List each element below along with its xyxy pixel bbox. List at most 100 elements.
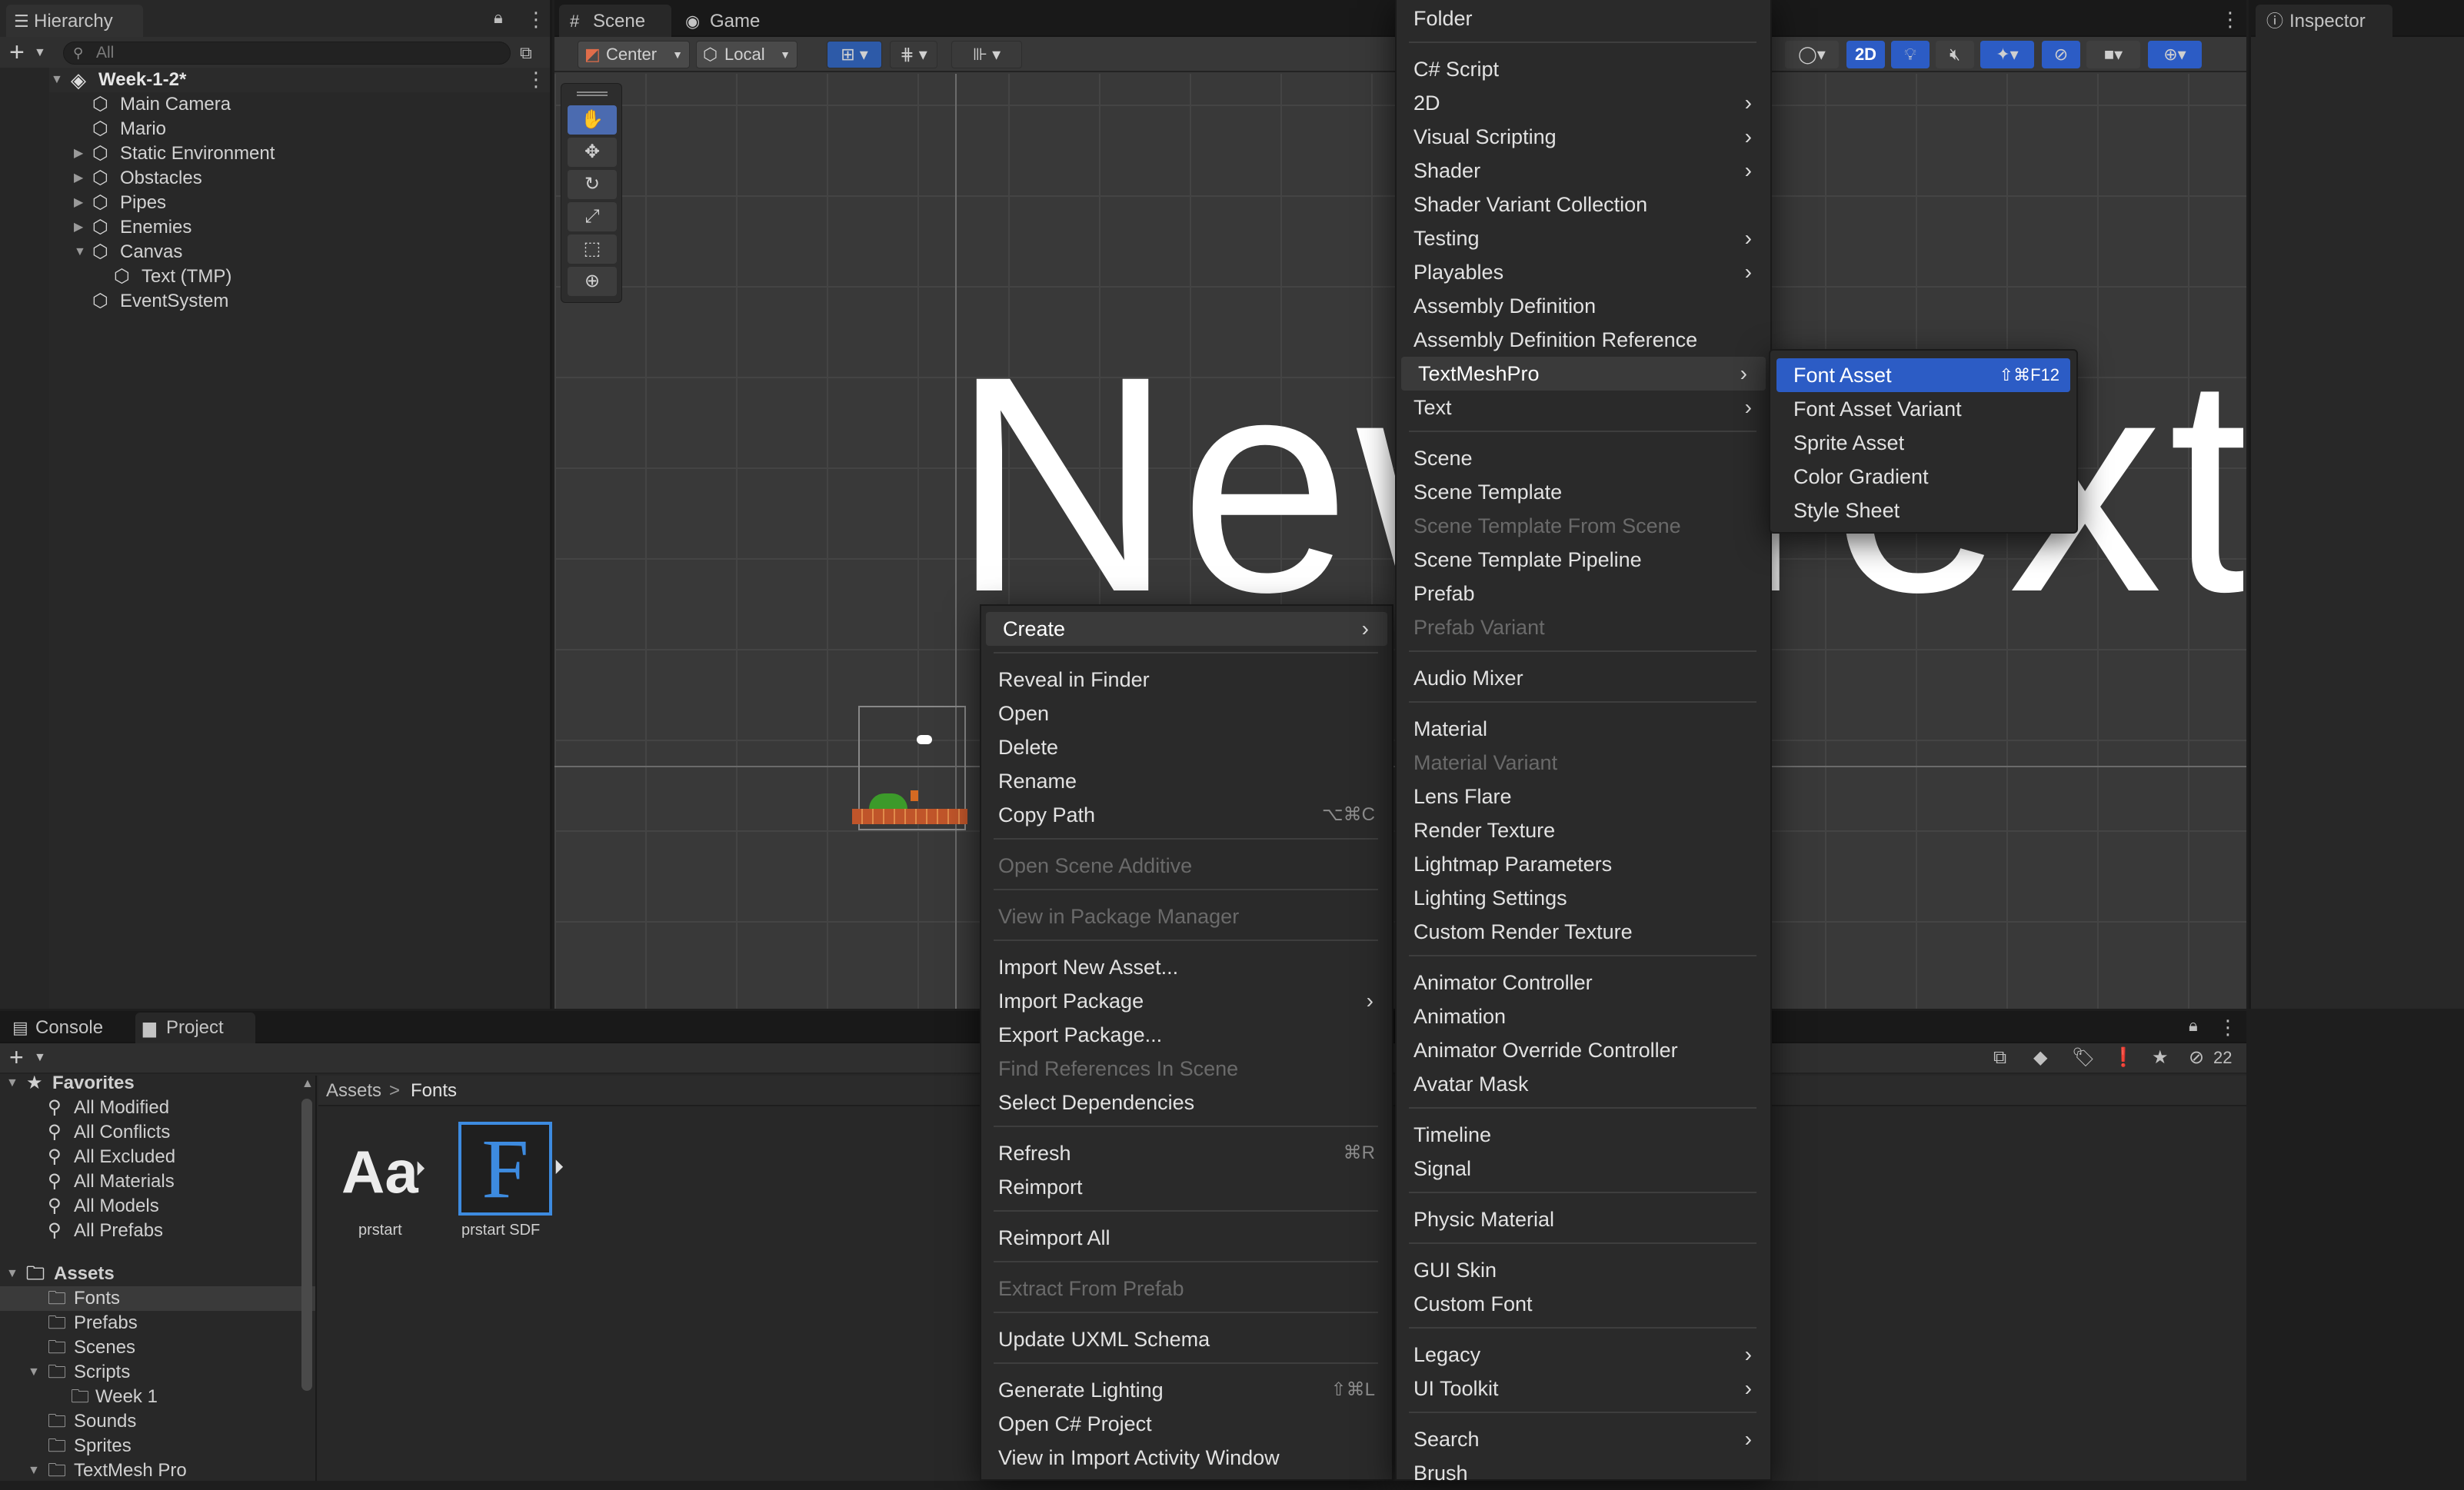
fold-arrow-icon[interactable]: ▶ [74,141,83,166]
favorite-item[interactable]: ⚲ All Materials [0,1169,315,1194]
grid-visibility-button[interactable]: ⊪ ▾ [951,41,1022,68]
overlay-handle[interactable] [577,91,608,96]
preview-play-icon[interactable]: ⏵ [415,1157,425,1182]
favorite-item[interactable]: ⚲ All Conflicts [0,1120,315,1145]
menu-item-prefab[interactable]: Prefab [1397,577,1770,610]
menu-item-gui-skin[interactable]: GUI Skin [1397,1253,1770,1287]
camera-settings-button[interactable]: ■▾ [2086,41,2140,68]
favorite-item[interactable]: ⚲ All Models [0,1194,315,1219]
folder-item[interactable]: ▼ 🗀 TextMesh Pro [0,1458,315,1481]
menu-item-create[interactable]: Create › [986,612,1387,646]
rect-tool[interactable]: ⬚ [568,234,617,264]
tab-inspector[interactable]: ⓘ Inspector [2256,5,2392,38]
menu-item-select-dependencies[interactable]: Select Dependencies [981,1086,1392,1119]
menu-item-assembly-definition[interactable]: Assembly Definition [1397,289,1770,323]
move-tool[interactable]: ✥ [568,138,617,167]
hidden-packages-icon[interactable]: ⊘ [2189,1043,2204,1073]
search-by-type-icon[interactable]: ◆ [2033,1043,2047,1073]
tree-scrollbar[interactable] [301,1099,312,1391]
menu-item-scene[interactable]: Scene [1397,441,1770,475]
menu-item-visual-scripting[interactable]: Visual Scripting › [1397,120,1770,154]
folder-item[interactable]: 🗀 Sprites [0,1434,315,1458]
menu-item-folder[interactable]: Folder [1397,2,1770,35]
menu-item-animator-controller[interactable]: Animator Controller [1397,966,1770,999]
mode-2d-button[interactable]: 2D [1846,41,1885,68]
menu-item-audio-mixer[interactable]: Audio Mixer [1397,661,1770,695]
hierarchy-item[interactable]: ⬡ EventSystem [0,289,550,314]
draw-mode-button[interactable]: ◯▾ [1785,41,1839,68]
menu-item-color-gradient[interactable]: Color Gradient [1776,460,2076,494]
pivot-local-button[interactable]: ⬡ Local ▼ [696,41,797,68]
asset-tile[interactable]: Aa ⏵ prstart [341,1122,441,1252]
menu-item-text[interactable]: Text › [1397,391,1770,424]
folder-item[interactable]: 🗀 Fonts [0,1286,315,1311]
fold-arrow-icon[interactable]: ▶ [74,215,83,240]
menu-item-generate-lighting[interactable]: Generate Lighting ⇧⌘L [981,1373,1392,1407]
scale-tool[interactable]: ⤢ [568,202,617,231]
tab-console[interactable]: ▤ Console [5,1013,129,1043]
breadcrumb-root[interactable]: Assets [326,1076,381,1106]
menu-item-font-asset-variant[interactable]: Font Asset Variant [1776,392,2076,426]
menu-item-shader[interactable]: Shader › [1397,154,1770,188]
folder-item[interactable]: 🗀 Scenes [0,1335,315,1360]
menu-item-lightmap-parameters[interactable]: Lightmap Parameters [1397,847,1770,881]
level-preview[interactable] [852,706,967,830]
fold-arrow-icon[interactable]: ▼ [51,68,63,92]
scroll-up-icon[interactable]: ▲ [301,1077,314,1091]
breadcrumb-current[interactable]: Fonts [411,1076,457,1106]
fold-arrow-icon[interactable]: ▶ [74,191,83,215]
more-options-icon[interactable]: ⋮ [2218,1017,2238,1037]
menu-item-export-package[interactable]: Export Package... [981,1018,1392,1052]
menu-item-shader-variant-collection[interactable]: Shader Variant Collection [1397,188,1770,221]
favorites-header[interactable]: ▼ ★ Favorites [0,1076,315,1096]
hierarchy-item[interactable]: ⬡ Text (TMP) [0,264,550,289]
menu-item-material[interactable]: Material [1397,712,1770,746]
menu-item-custom-font[interactable]: Custom Font [1397,1287,1770,1321]
menu-item-search[interactable]: Search › [1397,1422,1770,1456]
menu-item-timeline[interactable]: Timeline [1397,1118,1770,1152]
chevron-down-icon[interactable]: ▼ [34,1043,46,1073]
assets-header[interactable]: ▼ 🗀 Assets [0,1262,315,1286]
menu-item-2d[interactable]: 2D › [1397,86,1770,120]
audio-toggle[interactable]: 🔇︎ [1936,41,1974,68]
hand-tool[interactable]: ✋ [568,105,617,135]
fold-arrow-icon[interactable]: ▼ [6,1262,18,1286]
scene-more-icon[interactable]: ⋮ [526,69,546,89]
search-by-scene-icon[interactable]: ⧉ [1993,1043,2006,1073]
folder-item[interactable]: ▼ 🗀 Scripts [0,1360,315,1385]
menu-item-open-csharp-project[interactable]: Open C# Project [981,1407,1392,1441]
tab-project[interactable]: ▆ Project [135,1013,255,1043]
menu-item-testing[interactable]: Testing › [1397,221,1770,255]
menu-item-refresh[interactable]: Refresh ⌘R [981,1136,1392,1170]
menu-item-lighting-settings[interactable]: Lighting Settings [1397,881,1770,915]
menu-item-render-texture[interactable]: Render Texture [1397,813,1770,847]
search-by-label-icon[interactable]: 🏷︎ [2072,1043,2095,1073]
menu-item-copy-path[interactable]: Copy Path ⌥⌘C [981,798,1392,832]
log-errors-icon[interactable]: ❗ [2112,1043,2135,1073]
lock-icon[interactable]: 🔒︎ [494,8,503,28]
menu-item-delete[interactable]: Delete [981,730,1392,764]
menu-item-legacy[interactable]: Legacy › [1397,1338,1770,1372]
menu-item-reimport[interactable]: Reimport [981,1170,1392,1204]
more-options-icon[interactable]: ⋮ [526,9,546,29]
menu-item-ui-toolkit[interactable]: UI Toolkit › [1397,1372,1770,1405]
menu-item-view-in-import-activity[interactable]: View in Import Activity Window [981,1441,1392,1475]
hidden-objects-toggle[interactable]: ⊘ [2042,41,2080,68]
add-icon[interactable]: + [9,1043,24,1071]
fold-arrow-icon[interactable]: ▼ [28,1360,40,1385]
menu-item-avatar-mask[interactable]: Avatar Mask [1397,1067,1770,1101]
menu-item-scene-template-pipeline[interactable]: Scene Template Pipeline [1397,543,1770,577]
menu-item-animation[interactable]: Animation [1397,999,1770,1033]
favorite-item[interactable]: ⚲ All Prefabs [0,1219,315,1243]
menu-item-reimport-all[interactable]: Reimport All [981,1221,1392,1255]
menu-item-reveal-in-finder[interactable]: Reveal in Finder [981,663,1392,697]
menu-item-import-package[interactable]: Import Package › [981,984,1392,1018]
grid-snap-button[interactable]: ⊞ ▾ [827,41,882,68]
menu-item-open[interactable]: Open [981,697,1392,730]
favorite-item[interactable]: ⚲ All Modified [0,1096,315,1120]
asset-tile-selected[interactable]: F ⏵ prstart SDF [457,1122,580,1252]
menu-item-style-sheet[interactable]: Style Sheet [1776,494,2076,527]
menu-item-font-asset[interactable]: Font Asset ⇧⌘F12 [1776,358,2070,392]
menu-item-physic-material[interactable]: Physic Material [1397,1202,1770,1236]
hierarchy-item[interactable]: ▶ ⬡ Static Environment [0,141,550,166]
